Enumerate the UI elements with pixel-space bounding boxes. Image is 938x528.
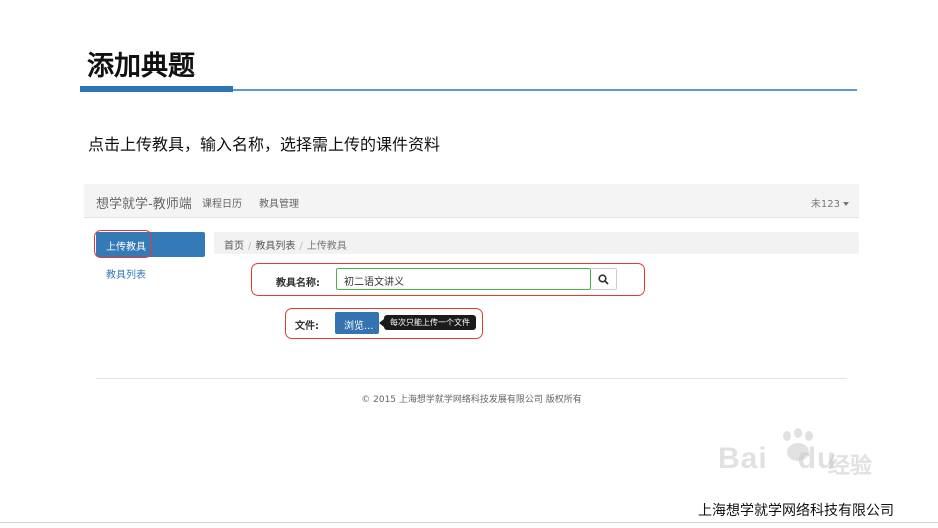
slide-title: 添加典题 — [87, 51, 195, 82]
footer-copyright: © 2015 上海想学就学网络科技发展有限公司 版权所有 — [361, 395, 582, 405]
breadcrumb: 首页 / 教具列表 / 上传教具 — [214, 232, 859, 254]
app-screenshot: 想学就学-教师端 课程日历 教具管理 未123 上传教具 教具列表 首页 / 教具列… — [84, 184, 859, 410]
top-navbar: 想学就学-教师端 课程日历 教具管理 未123 — [84, 184, 859, 218]
caret-down-icon — [843, 202, 849, 206]
nav-teaching-aid-management[interactable]: 教具管理 — [259, 195, 299, 210]
browse-button[interactable]: 浏览... — [335, 312, 379, 334]
instruction-text: 点击上传教具，输入名称，选择需上传的课件资料 — [88, 135, 441, 154]
nav-course-calendar[interactable]: 课程日历 — [202, 195, 242, 210]
search-icon — [598, 274, 609, 285]
app-brand[interactable]: 想学就学-教师端 — [96, 193, 192, 212]
watermark-cn: 经验 — [828, 454, 873, 479]
upload-tooltip: 每次只能上传一个文件 — [384, 315, 476, 330]
search-button[interactable] — [591, 268, 617, 290]
breadcrumb-home[interactable]: 首页 — [224, 241, 244, 252]
baidu-watermark: Bai du 经验 — [718, 428, 888, 490]
highlight-box-sidebar — [94, 230, 152, 258]
footer-divider — [96, 378, 847, 379]
title-underline-accent — [80, 86, 233, 92]
company-name: 上海想学就学网络科技有限公司 — [698, 503, 894, 519]
user-name: 未123 — [810, 199, 840, 210]
title-underline — [233, 89, 857, 91]
breadcrumb-list[interactable]: 教具列表 — [255, 241, 295, 252]
breadcrumb-current: 上传教具 — [306, 241, 347, 252]
file-label: 文件: — [295, 321, 319, 332]
name-input[interactable]: 初二语文讲义 — [336, 268, 591, 290]
sidebar-item-list[interactable]: 教具列表 — [106, 266, 146, 281]
bottom-divider — [0, 522, 938, 523]
name-label: 教具名称: — [276, 278, 320, 289]
user-menu[interactable]: 未123 — [811, 195, 849, 210]
watermark-text: Bai du — [718, 442, 837, 475]
